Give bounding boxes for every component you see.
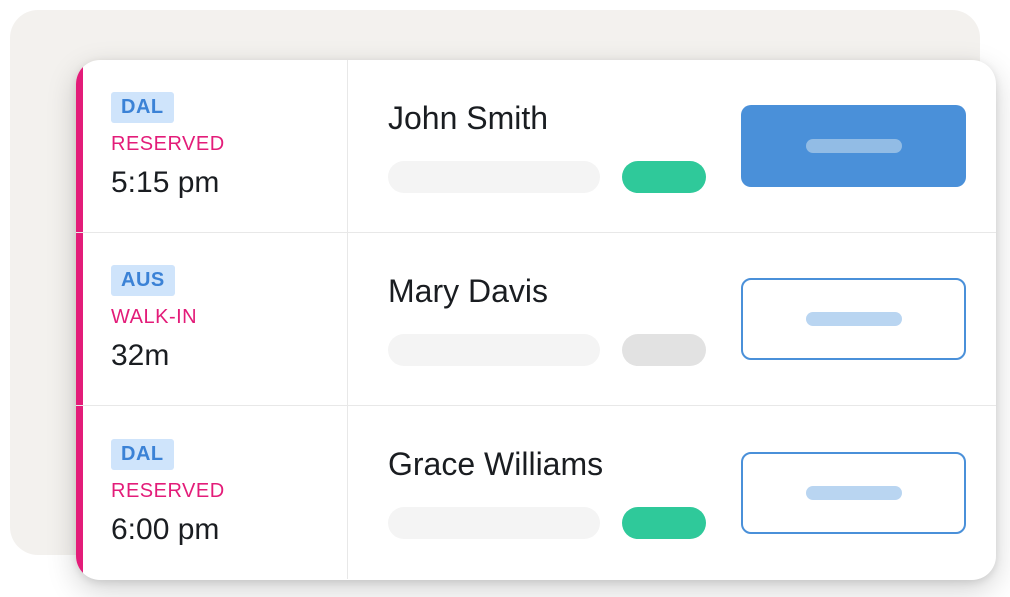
guest-name: John Smith — [388, 100, 706, 137]
reservation-guest: Mary Davis — [348, 233, 736, 405]
action-button-label-placeholder — [806, 312, 902, 326]
location-badge: DAL — [111, 439, 174, 470]
status-label: RESERVED — [111, 133, 327, 156]
guest-detail-row — [388, 334, 706, 366]
detail-placeholder — [388, 507, 600, 539]
reservation-row[interactable]: AUS WALK-IN 32m Mary Davis — [76, 233, 996, 406]
action-button-label-placeholder — [806, 139, 902, 153]
status-label: RESERVED — [111, 480, 327, 503]
reservation-action — [736, 406, 996, 579]
action-button[interactable] — [741, 452, 966, 534]
status-label: WALK-IN — [111, 306, 327, 329]
reservation-list-card: DAL RESERVED 5:15 pm John Smith AUS WALK… — [76, 60, 996, 580]
guest-name: Mary Davis — [388, 273, 706, 310]
reservation-row[interactable]: DAL RESERVED 6:00 pm Grace Williams — [76, 406, 996, 579]
guest-detail-row — [388, 161, 706, 193]
location-badge: AUS — [111, 265, 175, 296]
detail-placeholder — [388, 334, 600, 366]
detail-placeholder — [388, 161, 600, 193]
reservation-meta: DAL RESERVED 5:15 pm — [83, 60, 348, 232]
reservation-action — [736, 233, 996, 405]
reservation-row[interactable]: DAL RESERVED 5:15 pm John Smith — [76, 60, 996, 233]
time-label: 5:15 pm — [111, 166, 327, 200]
action-button[interactable] — [741, 105, 966, 187]
reservation-meta: DAL RESERVED 6:00 pm — [83, 406, 348, 579]
guest-detail-row — [388, 507, 706, 539]
status-indicator — [622, 161, 706, 193]
action-button-label-placeholder — [806, 486, 902, 500]
guest-name: Grace Williams — [388, 446, 706, 483]
reservation-action — [736, 60, 996, 232]
action-button[interactable] — [741, 278, 966, 360]
status-indicator — [622, 334, 706, 366]
reservation-meta: AUS WALK-IN 32m — [83, 233, 348, 405]
status-indicator — [622, 507, 706, 539]
time-label: 6:00 pm — [111, 513, 327, 547]
reservation-guest: John Smith — [348, 60, 736, 232]
time-label: 32m — [111, 339, 327, 373]
location-badge: DAL — [111, 92, 174, 123]
reservation-guest: Grace Williams — [348, 406, 736, 579]
